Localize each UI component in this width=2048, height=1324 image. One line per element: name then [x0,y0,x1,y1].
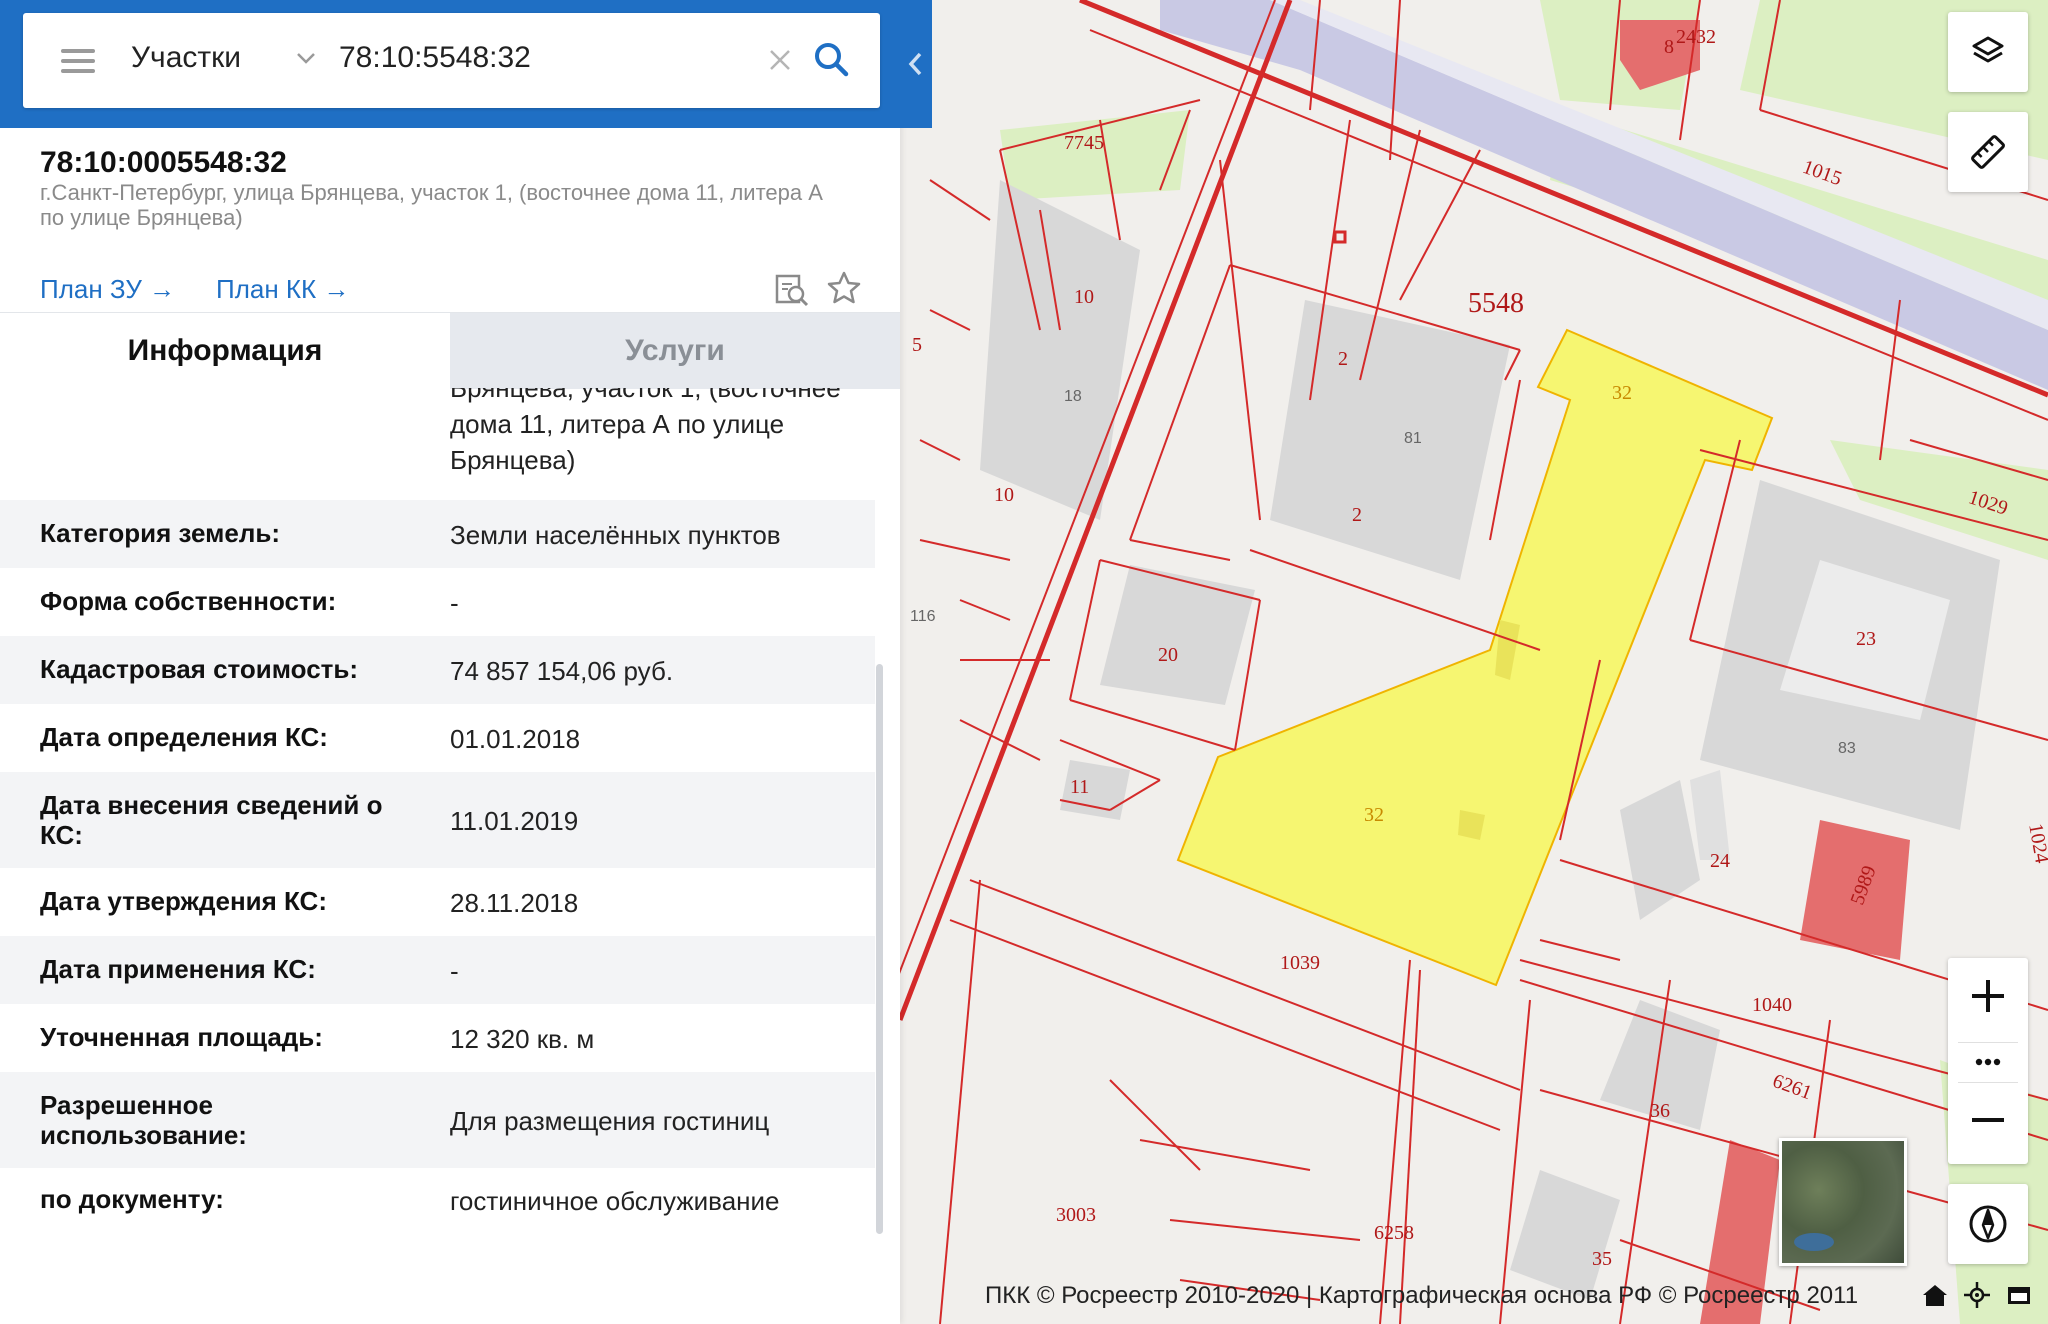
top-bar: Участки [0,0,932,128]
row-value: Для размещения гостиниц [450,1106,770,1136]
table-row: Дата внесения сведений о КС: 11.01.2019 [0,772,875,868]
table-row: по документу: гостиничное обслуживание [0,1168,875,1236]
info-table[interactable]: Брянцева, участок 1, (восточнее дома 11,… [0,388,900,1238]
map-label: 2 [1352,504,1362,526]
row-value: 01.01.2018 [450,724,581,754]
map-label: 18 [1064,388,1082,405]
row-key: Дата определения КС: [40,722,328,752]
map-label: 35 [1592,1248,1612,1270]
find-on-map-icon[interactable] [774,272,810,308]
map-label: 2432 [1676,26,1716,48]
table-row: Кадастровая стоимость: 74 857 154,06 руб… [0,636,875,704]
row-value: Земли населённых пунктов [450,520,781,550]
parcel-address: г.Санкт-Петербург, улица Брянцева, участ… [40,180,823,230]
map-label: 20 [1158,644,1178,666]
map-label: 36 [1650,1100,1670,1122]
scrollbar[interactable] [876,664,883,1234]
map-attribution: ПКК © Росреестр 2010-2020 | Картографиче… [985,1282,1859,1309]
info-tabs: Информация Услуги [0,312,900,389]
more-icon [1975,1058,2001,1066]
map-label: 32 [1612,382,1632,404]
menu-button[interactable] [53,43,103,79]
table-row: Категория земель: Земли населённых пункт… [0,500,875,568]
basemap-switcher[interactable] [1779,1138,1907,1266]
plus-icon [1972,980,2004,1012]
map-label: 8 [1664,36,1674,58]
map-label: 2 [1338,348,1348,370]
map-label: 5548 [1468,288,1524,319]
search-input[interactable] [339,41,759,75]
window-icon[interactable] [2004,1280,2034,1310]
cadastral-number: 78:10:0005548:32 [40,146,287,179]
row-key: Дата применения КС: [40,954,316,984]
table-row: Разрешенное использование: Для размещени… [0,1072,875,1168]
zoom-controls [1948,958,2028,1164]
row-value: 28.11.2018 [450,888,579,918]
tab-information[interactable]: Информация [0,313,450,389]
row-key: Дата утверждения КС: [40,886,327,916]
compass-button[interactable] [1948,1184,2028,1264]
table-row: Уточненная площадь: 12 320 кв. м [0,1004,875,1072]
hamburger-icon [61,49,95,53]
chevron-down-icon[interactable] [291,43,321,73]
search-category-select[interactable]: Участки [131,41,241,75]
map-label: 1040 [1752,994,1792,1016]
zoom-in-button[interactable] [1948,958,2028,1026]
search-box: Участки [23,13,880,108]
map-label: 10 [1074,286,1094,308]
table-row: Дата применения КС: - [0,936,875,1004]
row-value: 11.01.2019 [450,806,579,836]
row-value: 12 320 кв. м [450,1024,595,1054]
row-key: Категория земель: [40,518,281,548]
more-button[interactable] [1948,1042,2028,1082]
layers-button[interactable] [1948,12,2028,92]
table-row: Дата определения КС: 01.01.2018 [0,704,875,772]
collapse-panel-icon[interactable] [900,44,932,84]
table-row: Дата утверждения КС: 28.11.2018 [0,868,875,936]
search-icon[interactable] [811,39,851,79]
info-panel: 78:10:0005548:32 г.Санкт-Петербург, улиц… [0,0,900,1324]
plan-zu-link[interactable]: План ЗУ → [40,274,175,305]
row-key: Кадастровая стоимость: [40,654,359,684]
home-icon[interactable] [1920,1280,1950,1310]
row-value: 74 857 154,06 руб. [450,656,674,686]
map-label: 83 [1838,740,1856,757]
table-row: Форма собственности: - [0,568,875,636]
row-key: Форма собственности: [40,586,337,616]
map-label: 23 [1856,628,1876,650]
address-value-continued: Брянцева, участок 1, (восточнее дома 11,… [450,388,841,475]
map-label: 3003 [1056,1204,1096,1226]
map-label: 116 [910,608,936,625]
star-icon[interactable] [826,270,862,306]
map-bottom-toolbar [1906,1280,2046,1312]
map-label: 10 [994,484,1014,506]
row-key: Дата внесения сведений о КС: [40,790,383,850]
row-value: - [450,588,459,618]
map-label: 11 [1070,776,1090,798]
map-label: 24 [1710,850,1730,872]
row-key: по документу: [40,1184,224,1214]
ruler-icon [1971,135,2005,169]
minus-icon [1972,1118,2004,1122]
zoom-out-button[interactable] [1948,1086,2028,1154]
row-value: гостиничное обслуживание [450,1186,780,1216]
plan-kk-link[interactable]: План КК → [216,274,349,305]
row-key: Уточненная площадь: [40,1022,323,1052]
layers-icon [1972,36,2004,63]
ruler-button[interactable] [1948,112,2028,192]
close-icon[interactable] [763,43,797,77]
map-label: 5 [912,334,922,356]
map-label: 81 [1404,430,1422,447]
map-label: 32 [1364,804,1384,826]
tab-services[interactable]: Услуги [450,313,900,389]
compass-icon [1969,1205,2007,1243]
row-value: - [450,956,459,986]
locate-icon[interactable] [1962,1280,1992,1310]
row-key: Разрешенное использование: [40,1090,247,1150]
map-label: 7745 [1064,132,1104,154]
map-label: 6258 [1374,1222,1414,1244]
map-label: 1039 [1280,952,1320,974]
